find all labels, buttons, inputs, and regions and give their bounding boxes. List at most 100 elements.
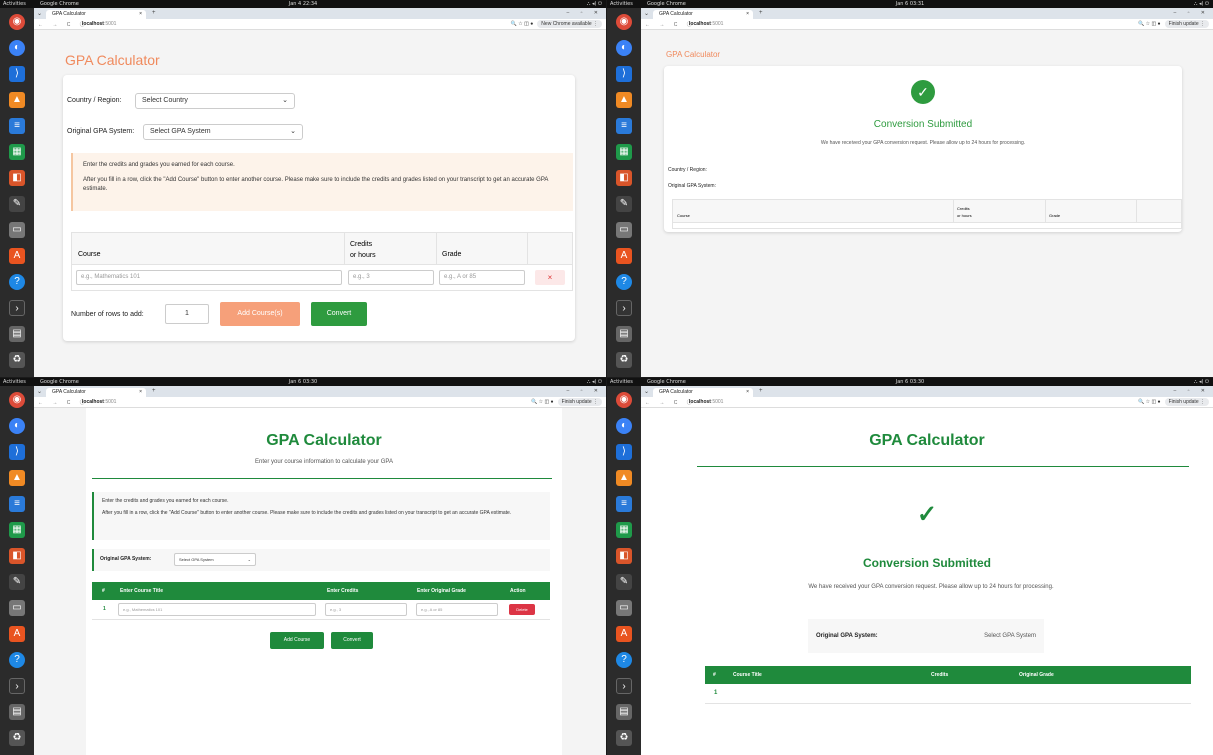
browser-icon[interactable]: ◐ bbox=[9, 40, 25, 56]
trash-icon[interactable]: ♻ bbox=[616, 352, 632, 368]
add-course-button[interactable]: Add Course bbox=[270, 632, 324, 649]
clock[interactable]: Jan 6 03:30 bbox=[0, 378, 606, 386]
tab-search-icon[interactable]: ⌄ bbox=[37, 10, 42, 17]
update-button[interactable]: Finish update ⋮ bbox=[557, 398, 602, 406]
terminal-icon[interactable]: › bbox=[9, 300, 25, 316]
course-input[interactable]: e.g., Mathematics 101 bbox=[76, 270, 342, 285]
files-icon[interactable]: ▭ bbox=[616, 600, 632, 616]
delete-row-button[interactable]: × bbox=[535, 270, 565, 285]
clock[interactable]: Jan 6 03:30 bbox=[607, 378, 1213, 386]
url-field[interactable]: localhost:5001 bbox=[689, 21, 723, 27]
vlc-icon[interactable]: ▲ bbox=[9, 92, 25, 108]
window-controls[interactable]: – ▫ ✕ bbox=[1173, 10, 1210, 16]
chrome-icon[interactable]: ◉ bbox=[616, 14, 632, 30]
vlc-icon[interactable]: ▲ bbox=[9, 470, 25, 486]
tab-search-icon[interactable]: ⌄ bbox=[644, 388, 649, 395]
help-icon[interactable]: ? bbox=[616, 274, 632, 290]
writer-icon[interactable]: ≡ bbox=[9, 496, 25, 512]
new-tab-button[interactable]: + bbox=[152, 388, 156, 394]
grade-input[interactable]: e.g., A or 85 bbox=[439, 270, 525, 285]
terminal-icon[interactable]: › bbox=[9, 678, 25, 694]
credits-input[interactable]: e.g., 3 bbox=[348, 270, 434, 285]
disk-icon[interactable]: ▤ bbox=[616, 326, 632, 342]
url-field[interactable]: localhost:5001 bbox=[689, 399, 723, 405]
course-title-input[interactable]: e.g., Mathematics 101 bbox=[118, 603, 316, 616]
tab-search-icon[interactable]: ⌄ bbox=[644, 10, 649, 17]
browser-icon[interactable]: ◐ bbox=[616, 418, 632, 434]
clock[interactable]: Jan 4 22:34 bbox=[0, 0, 606, 8]
tab-gpa-calculator[interactable]: GPA Calculator × bbox=[46, 388, 146, 397]
software-icon[interactable]: A bbox=[9, 248, 25, 264]
vscode-icon[interactable]: ⟩ bbox=[9, 444, 25, 460]
impress-icon[interactable]: ◧ bbox=[616, 548, 632, 564]
chrome-icon[interactable]: ◉ bbox=[616, 392, 632, 408]
impress-icon[interactable]: ◧ bbox=[9, 548, 25, 564]
toolbar-icons[interactable]: 🔍 ☆ ◫ ● bbox=[531, 399, 554, 405]
gimp-icon[interactable]: ✎ bbox=[9, 196, 25, 212]
window-controls[interactable]: – ▫ ✕ bbox=[566, 388, 603, 394]
toolbar-icons[interactable]: 🔍 ☆ ◫ ● bbox=[511, 21, 534, 27]
writer-icon[interactable]: ≡ bbox=[616, 496, 632, 512]
url-field[interactable]: localhost:5001 bbox=[82, 399, 116, 405]
terminal-icon[interactable]: › bbox=[616, 300, 632, 316]
terminal-icon[interactable]: › bbox=[616, 678, 632, 694]
help-icon[interactable]: ? bbox=[9, 274, 25, 290]
tab-close-icon[interactable]: × bbox=[746, 388, 749, 397]
vscode-icon[interactable]: ⟩ bbox=[616, 444, 632, 460]
chrome-icon[interactable]: ◉ bbox=[9, 392, 25, 408]
toolbar-icons[interactable]: 🔍 ☆ ◫ ● bbox=[1138, 21, 1161, 27]
disk-icon[interactable]: ▤ bbox=[9, 704, 25, 720]
new-tab-button[interactable]: + bbox=[152, 10, 156, 16]
calc-icon[interactable]: ▦ bbox=[9, 522, 25, 538]
convert-button[interactable]: Convert bbox=[331, 632, 373, 649]
impress-icon[interactable]: ◧ bbox=[9, 170, 25, 186]
files-icon[interactable]: ▭ bbox=[9, 600, 25, 616]
browser-icon[interactable]: ◐ bbox=[9, 418, 25, 434]
update-button[interactable]: New Chrome available ⋮ bbox=[537, 20, 602, 28]
software-icon[interactable]: A bbox=[616, 626, 632, 642]
add-courses-button[interactable]: Add Course(s) bbox=[220, 302, 300, 326]
trash-icon[interactable]: ♻ bbox=[616, 730, 632, 746]
country-select[interactable]: Select Country ⌄ bbox=[135, 93, 295, 109]
gimp-icon[interactable]: ✎ bbox=[9, 574, 25, 590]
tab-gpa-calculator[interactable]: GPA Calculator × bbox=[653, 388, 753, 397]
grade-input[interactable]: e.g., A or 85 bbox=[416, 603, 498, 616]
vlc-icon[interactable]: ▲ bbox=[616, 470, 632, 486]
system-tray[interactable]: ⛬ ◂) ⏻ bbox=[1194, 378, 1209, 386]
gimp-icon[interactable]: ✎ bbox=[616, 574, 632, 590]
gpa-system-select[interactable]: Select GPA System ⌄ bbox=[174, 553, 256, 566]
credits-input[interactable]: e.g., 3 bbox=[325, 603, 407, 616]
clock[interactable]: Jan 6 03:31 bbox=[607, 0, 1213, 8]
system-tray[interactable]: ⛬ ◂) ⏻ bbox=[587, 378, 602, 386]
tab-close-icon[interactable]: × bbox=[139, 388, 142, 397]
help-icon[interactable]: ? bbox=[616, 652, 632, 668]
delete-button[interactable]: Delete bbox=[509, 604, 535, 615]
browser-icon[interactable]: ◐ bbox=[616, 40, 632, 56]
convert-button[interactable]: Convert bbox=[311, 302, 367, 326]
software-icon[interactable]: A bbox=[9, 626, 25, 642]
tab-search-icon[interactable]: ⌄ bbox=[37, 388, 42, 395]
new-tab-button[interactable]: + bbox=[759, 388, 763, 394]
writer-icon[interactable]: ≡ bbox=[616, 118, 632, 134]
gimp-icon[interactable]: ✎ bbox=[616, 196, 632, 212]
help-icon[interactable]: ? bbox=[9, 652, 25, 668]
calc-icon[interactable]: ▦ bbox=[616, 144, 632, 160]
tab-close-icon[interactable]: × bbox=[746, 10, 749, 19]
toolbar-icons[interactable]: 🔍 ☆ ◫ ● bbox=[1138, 399, 1161, 405]
calc-icon[interactable]: ▦ bbox=[616, 522, 632, 538]
calc-icon[interactable]: ▦ bbox=[9, 144, 25, 160]
files-icon[interactable]: ▭ bbox=[9, 222, 25, 238]
trash-icon[interactable]: ♻ bbox=[9, 352, 25, 368]
trash-icon[interactable]: ♻ bbox=[9, 730, 25, 746]
update-button[interactable]: Finish update ⋮ bbox=[1164, 20, 1209, 28]
vlc-icon[interactable]: ▲ bbox=[616, 92, 632, 108]
system-tray[interactable]: ⛬ ◂) ⏻ bbox=[587, 0, 602, 8]
tab-gpa-calculator[interactable]: GPA Calculator × bbox=[653, 10, 753, 19]
tab-close-icon[interactable]: × bbox=[139, 10, 142, 19]
disk-icon[interactable]: ▤ bbox=[616, 704, 632, 720]
tab-gpa-calculator[interactable]: GPA Calculator × bbox=[46, 10, 146, 19]
url-field[interactable]: localhost:5001 bbox=[82, 21, 116, 27]
chrome-icon[interactable]: ◉ bbox=[9, 14, 25, 30]
vscode-icon[interactable]: ⟩ bbox=[616, 66, 632, 82]
impress-icon[interactable]: ◧ bbox=[616, 170, 632, 186]
